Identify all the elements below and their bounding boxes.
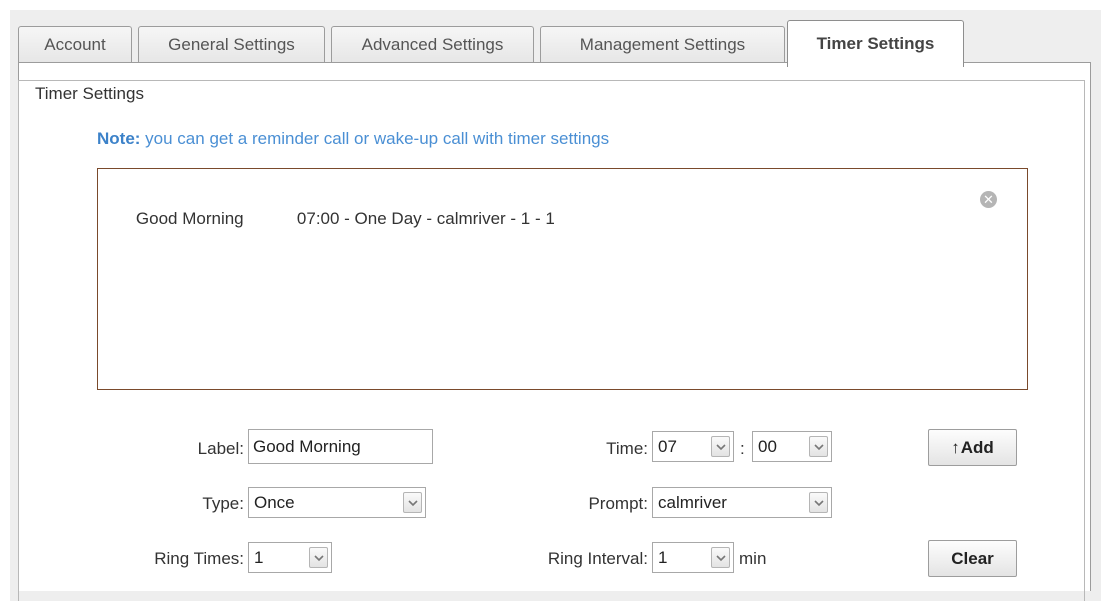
- time-separator: :: [740, 439, 745, 458]
- timer-list-item[interactable]: Good Morning 07:00 - One Day - calmriver …: [117, 189, 555, 249]
- note-body: you can get a reminder call or wake-up c…: [140, 129, 610, 148]
- label-caption: Label:: [197, 439, 244, 458]
- ring-times-caption: Ring Times:: [154, 549, 244, 568]
- chevron-down-icon: [309, 547, 328, 568]
- ring-times-select[interactable]: 1: [248, 542, 332, 573]
- tab-management-settings[interactable]: Management Settings: [540, 26, 785, 63]
- type-caption: Type:: [202, 494, 244, 513]
- tab-label: Timer Settings: [816, 34, 935, 53]
- time-caption: Time:: [606, 439, 648, 458]
- tab-timer-settings[interactable]: Timer Settings: [787, 20, 964, 67]
- tab-account[interactable]: Account: [18, 26, 132, 63]
- tab-advanced-settings[interactable]: Advanced Settings: [331, 26, 534, 63]
- type-value: Once: [254, 492, 295, 512]
- chevron-down-icon: [809, 492, 828, 513]
- ring-interval-caption: Ring Interval:: [547, 549, 648, 568]
- chevron-down-icon: [809, 436, 828, 457]
- tab-general-settings[interactable]: General Settings: [138, 26, 325, 63]
- type-select[interactable]: Once: [248, 487, 426, 518]
- prompt-select[interactable]: calmriver: [652, 487, 832, 518]
- prompt-caption: Prompt:: [588, 494, 648, 513]
- tab-label: Account: [44, 35, 106, 54]
- tab-label: Advanced Settings: [361, 35, 504, 54]
- timer-item-label: Good Morning: [135, 209, 244, 228]
- minute-value: 00: [758, 436, 777, 456]
- ring-times-value: 1: [254, 547, 264, 567]
- prompt-value: calmriver: [658, 492, 727, 512]
- add-button[interactable]: ↑ Add: [928, 429, 1017, 466]
- timer-list[interactable]: Good Morning 07:00 - One Day - calmriver …: [97, 168, 1028, 390]
- ring-interval-value: 1: [658, 547, 668, 567]
- minute-select[interactable]: 00: [752, 431, 832, 462]
- chevron-down-icon: [711, 547, 730, 568]
- tab-label: Management Settings: [579, 35, 746, 54]
- delete-timer-icon[interactable]: ✕: [980, 191, 997, 208]
- clear-button[interactable]: Clear: [928, 540, 1017, 577]
- hour-value: 07: [658, 436, 677, 456]
- label-input[interactable]: [248, 429, 433, 464]
- interval-unit: min: [739, 549, 767, 568]
- chevron-down-icon: [711, 436, 730, 457]
- group-legend: Timer Settings: [29, 84, 150, 104]
- up-arrow-icon: ↑: [951, 437, 960, 457]
- add-label: Add: [960, 437, 994, 457]
- ring-interval-select[interactable]: 1: [652, 542, 734, 573]
- timer-item-detail: 07:00 - One Day - calmriver - 1 - 1: [296, 209, 555, 228]
- chevron-down-icon: [403, 492, 422, 513]
- hour-select[interactable]: 07: [652, 431, 734, 462]
- note-text: Note: you can get a reminder call or wak…: [97, 129, 609, 149]
- note-prefix: Note:: [97, 129, 141, 148]
- tab-label: General Settings: [168, 35, 295, 54]
